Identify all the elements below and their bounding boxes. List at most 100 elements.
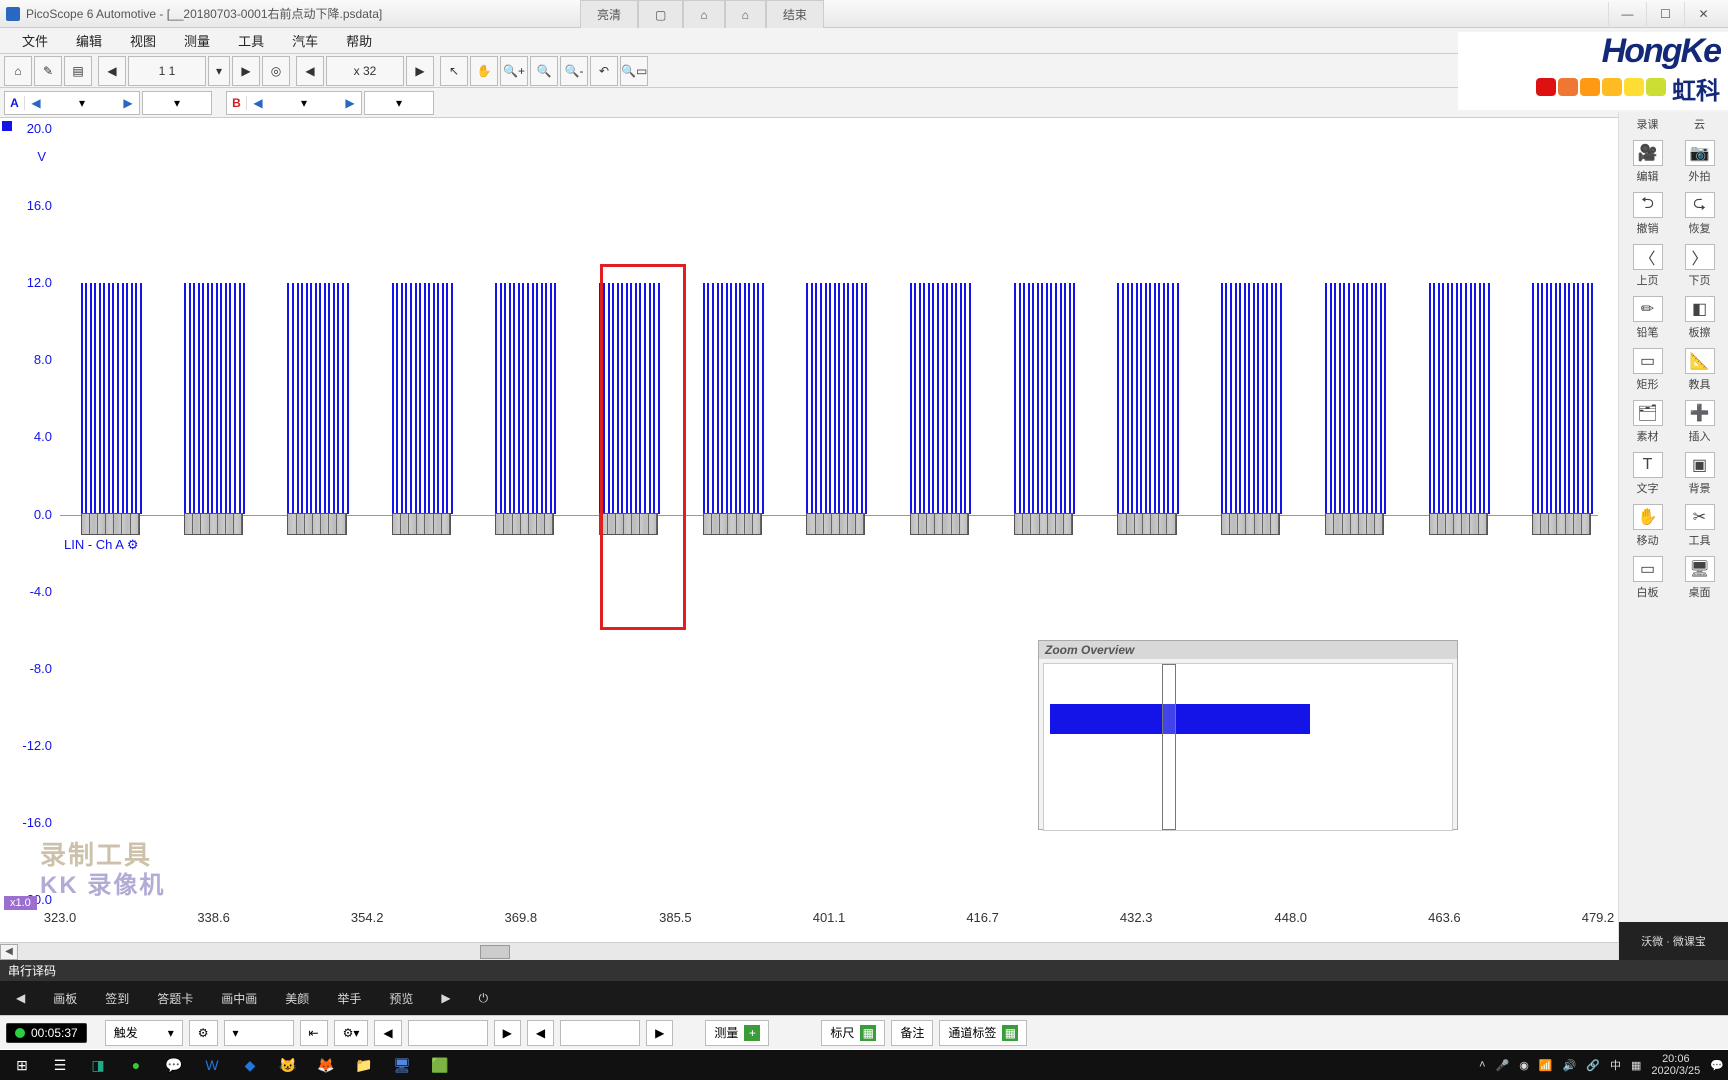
channel-a-chip[interactable]: A ◀ ▾ ▶ — [4, 91, 140, 115]
rec-tab-pip[interactable]: 画中画 — [211, 990, 267, 1007]
channel-a-left[interactable]: ◀ — [25, 96, 47, 110]
decode-packet[interactable] — [287, 513, 346, 535]
tool-zoom-in[interactable]: 🔍+ — [500, 56, 528, 86]
tray-wifi-icon[interactable]: 📶 — [1539, 1059, 1553, 1072]
channel-a-right[interactable]: ▶ — [117, 96, 139, 110]
plot-area[interactable]: LIN - Ch A ⚙ Zoom Overview — [60, 129, 1598, 900]
tray-ime[interactable]: 中 — [1610, 1057, 1621, 1073]
zoom-overview-panel[interactable]: Zoom Overview — [1038, 640, 1458, 830]
side-btn-下页[interactable]: 〉下页 — [1678, 244, 1722, 288]
nav-dd[interactable]: ▾ — [208, 56, 230, 86]
tray-up-icon[interactable]: ˄ — [1479, 1059, 1485, 1071]
tray-notif-icon[interactable]: 💬 — [1710, 1059, 1724, 1072]
side-btn-上页[interactable]: 〈上页 — [1626, 244, 1670, 288]
menu-measure[interactable]: 测量 — [170, 31, 224, 50]
menu-help[interactable]: 帮助 — [332, 31, 386, 50]
decode-packet[interactable] — [1325, 513, 1384, 535]
rec-power-icon[interactable]: ⏻ — [469, 991, 499, 1006]
zoom-prev[interactable]: ◀ — [296, 56, 324, 86]
rec-tab-board[interactable]: 画板 — [43, 990, 87, 1007]
taskbar-app-0[interactable]: ⊞ — [4, 1051, 40, 1079]
side-btn-移动[interactable]: ✋移动 — [1626, 504, 1670, 548]
scroll-thumb[interactable] — [480, 945, 510, 959]
tool-zoom-full[interactable]: 🔍 — [530, 56, 558, 86]
tool-pointer[interactable]: ↖ — [440, 56, 468, 86]
side-cloud[interactable]: 云 — [1678, 116, 1722, 132]
tool-zoom-region[interactable]: 🔍▭ — [620, 56, 648, 86]
decode-packet[interactable] — [1532, 513, 1591, 535]
taskbar-app-11[interactable]: 🟩 — [422, 1051, 458, 1079]
tray-vol-icon[interactable]: 🔊 — [1563, 1059, 1577, 1072]
seg-ruler[interactable]: 标尺▦ — [821, 1020, 885, 1046]
nav-value[interactable]: 1 1 — [128, 56, 206, 86]
horizontal-scrollbar[interactable]: ◀ ▶ — [0, 942, 1728, 960]
side-btn-编辑[interactable]: 🎥编辑 — [1626, 140, 1670, 184]
taskbar-app-5[interactable]: W — [194, 1051, 230, 1079]
side-btn-恢复[interactable]: ⮎恢复 — [1678, 192, 1722, 236]
nav-next[interactable]: ▶ — [232, 56, 260, 86]
seg-nav-value2[interactable] — [560, 1020, 640, 1046]
side-btn-撤销[interactable]: ⮌撤销 — [1626, 192, 1670, 236]
tray-mic-icon[interactable]: 🎤 — [1496, 1059, 1510, 1072]
tool-zoom-out[interactable]: 🔍- — [560, 56, 588, 86]
nav-prev[interactable]: ◀ — [98, 56, 126, 86]
side-btn-工具[interactable]: ✂工具 — [1678, 504, 1722, 548]
window-minimize[interactable]: — — [1608, 2, 1646, 26]
side-btn-桌面[interactable]: 🖥桌面 — [1678, 556, 1722, 600]
top-tab-2[interactable]: ⌂ — [683, 0, 724, 28]
rec-play-icon[interactable]: ▶ — [431, 991, 460, 1005]
seg-measure[interactable]: 测量+ — [705, 1020, 769, 1046]
window-maximize[interactable]: ☐ — [1646, 2, 1684, 26]
side-btn-矩形[interactable]: ▭矩形 — [1626, 348, 1670, 392]
taskbar-app-2[interactable]: ◨ — [80, 1051, 116, 1079]
top-tab-end[interactable]: 结束 — [766, 0, 824, 28]
side-btn-素材[interactable]: 🗂素材 — [1626, 400, 1670, 444]
top-tab-hd[interactable]: 亮清 — [580, 0, 638, 28]
tray-time[interactable]: 20:06 — [1662, 1053, 1690, 1065]
menu-file[interactable]: 文件 — [8, 31, 62, 50]
side-btn-白板[interactable]: ▭白板 — [1626, 556, 1670, 600]
gear-icon[interactable]: ⚙ — [127, 537, 139, 552]
decode-packet[interactable] — [703, 513, 762, 535]
seg-arrow-l[interactable]: ⇤ — [300, 1020, 328, 1046]
decode-packet[interactable] — [910, 513, 969, 535]
rec-tab-quiz[interactable]: 答题卡 — [147, 990, 203, 1007]
tb-target[interactable]: ◎ — [262, 56, 290, 86]
side-btn-插入[interactable]: ➕插入 — [1678, 400, 1722, 444]
taskbar-app-3[interactable]: ● — [118, 1051, 154, 1079]
seg-trigger[interactable]: 触发 ▾ — [105, 1020, 183, 1046]
seg-dropdown[interactable]: ▾ — [224, 1020, 294, 1046]
seg-nav-r[interactable]: ▶ — [494, 1020, 521, 1046]
menu-view[interactable]: 视图 — [116, 31, 170, 50]
rec-tab-beauty[interactable]: 美颜 — [275, 990, 319, 1007]
side-btn-教具[interactable]: 📐教具 — [1678, 348, 1722, 392]
taskbar-app-6[interactable]: ◆ — [232, 1051, 268, 1079]
taskbar-app-9[interactable]: 📁 — [346, 1051, 382, 1079]
taskbar-app-10[interactable]: 🖥 — [384, 1051, 420, 1079]
side-btn-铅笔[interactable]: ✏铅笔 — [1626, 296, 1670, 340]
menu-edit[interactable]: 编辑 — [62, 31, 116, 50]
rec-tab-hand[interactable]: 举手 — [327, 990, 371, 1007]
channel-b-left[interactable]: ◀ — [247, 96, 269, 110]
taskbar-app-8[interactable]: 🦊 — [308, 1051, 344, 1079]
tb-doc[interactable]: ▤ — [64, 56, 92, 86]
tb-wand[interactable]: ✎ — [34, 56, 62, 86]
tray-shield-icon[interactable]: ◉ — [1519, 1059, 1529, 1072]
side-btn-板擦[interactable]: ◧板擦 — [1678, 296, 1722, 340]
decode-packet[interactable] — [806, 513, 865, 535]
record-badge[interactable]: 00:05:37 — [6, 1023, 87, 1043]
zoom-overview-body[interactable] — [1043, 663, 1453, 831]
tool-hand[interactable]: ✋ — [470, 56, 498, 86]
tool-undo-zoom[interactable]: ↶ — [590, 56, 618, 86]
serial-decode-title[interactable]: 串行译码 — [0, 960, 1728, 981]
side-btn-文字[interactable]: T文字 — [1626, 452, 1670, 496]
tray-net[interactable]: ▦ — [1631, 1059, 1641, 1072]
decode-packet[interactable] — [392, 513, 451, 535]
decode-packet[interactable] — [184, 513, 243, 535]
side-btn-背景[interactable]: ▣背景 — [1678, 452, 1722, 496]
zoom-next[interactable]: ▶ — [406, 56, 434, 86]
decode-packet[interactable] — [1429, 513, 1488, 535]
taskbar-app-7[interactable]: 😺 — [270, 1051, 306, 1079]
channel-b-extra[interactable]: ▾ — [364, 91, 434, 115]
tray-link-icon[interactable]: 🔗 — [1586, 1059, 1600, 1072]
